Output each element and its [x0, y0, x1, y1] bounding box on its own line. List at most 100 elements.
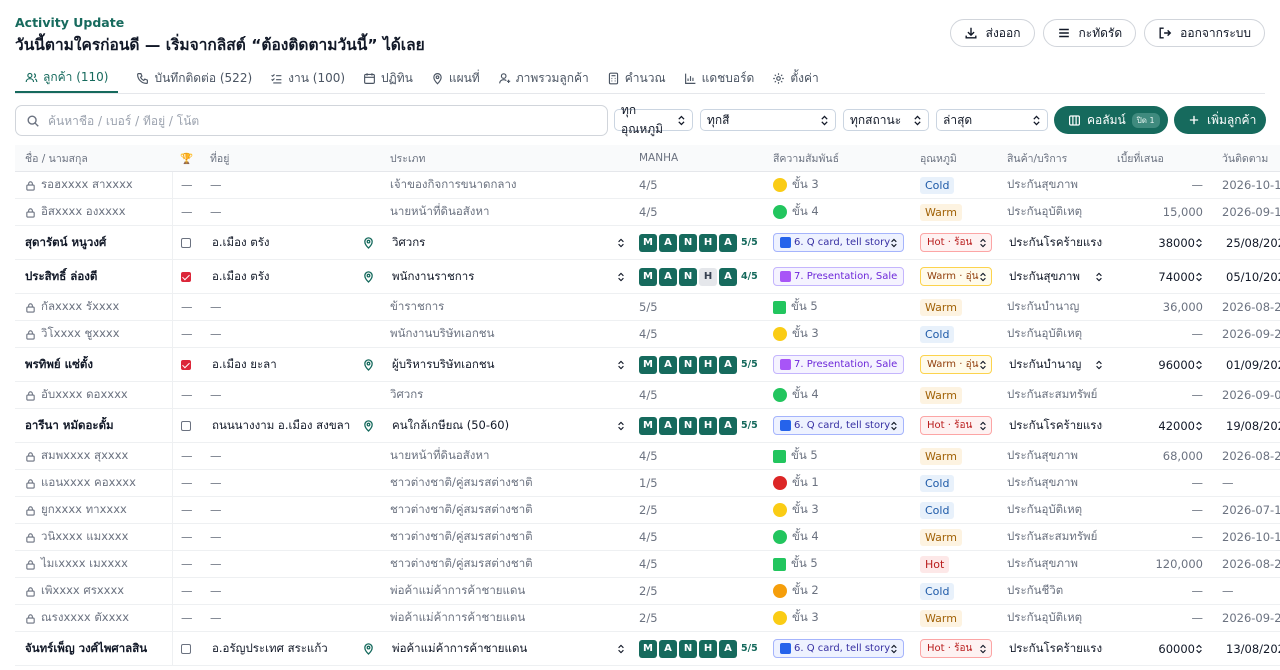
- sort-select[interactable]: ล่าสุด: [936, 109, 1048, 131]
- filter-status-select[interactable]: ทุกสถานะ: [843, 109, 929, 131]
- manha-letter[interactable]: M: [639, 416, 657, 435]
- col-product[interactable]: สินค้า/บริการ: [1007, 150, 1117, 167]
- temperature-select[interactable]: Hot · ร้อน: [920, 639, 992, 658]
- manha-letter[interactable]: H: [699, 416, 717, 435]
- temperature-select[interactable]: Warm · อุ่น: [920, 267, 992, 286]
- filter-temperature-select[interactable]: ทุกอุณหภูมิ: [614, 103, 693, 136]
- name-cell[interactable]: เพิxxxx ศรxxxx: [15, 582, 172, 600]
- name-cell[interactable]: สุดารัตน์ หนูวงศ์: [15, 234, 172, 252]
- map-pin-icon[interactable]: [363, 358, 374, 371]
- table-row[interactable]: ณรงxxxx ตัxxxx — — พ่อค้าแม่ค้าการค้าชาย…: [15, 605, 1280, 632]
- name-cell[interactable]: วนิxxxx แมxxxx: [15, 528, 172, 546]
- tab-5[interactable]: ภาพรวมลูกค้า: [498, 62, 589, 93]
- table-row[interactable]: อิสxxxx องxxxx — — นายหน้าที่ดินอสังหา 4…: [15, 199, 1280, 226]
- table-row[interactable]: เพิxxxx ศรxxxx — — พ่อค้าแม่ค้าการค้าชาย…: [15, 578, 1280, 605]
- relation-select[interactable]: 6. Q card, tell story: [773, 416, 904, 435]
- name-cell[interactable]: ประสิทธิ์ ล่องตี: [15, 268, 172, 286]
- table-row[interactable]: แอนxxxx คอxxxx — — ชาวต่างชาติ/คู่สมรสต่…: [15, 470, 1280, 497]
- add-customer-button[interactable]: เพิ่มลูกค้า: [1174, 106, 1266, 134]
- search-box[interactable]: [15, 105, 608, 136]
- col-temperature[interactable]: อุณหภูมิ: [920, 150, 1007, 167]
- manha-letter[interactable]: H: [699, 233, 717, 252]
- address-cell[interactable]: อ.เมือง ยะลา: [208, 356, 388, 374]
- table-row[interactable]: จันทร์เพ็ญ วงศ์ไพศาลสิน อ.อรัญประเทศ สระ…: [15, 632, 1280, 666]
- name-cell[interactable]: ณรงxxxx ตัxxxx: [15, 609, 172, 627]
- manha-letter[interactable]: A: [659, 355, 677, 374]
- relation-select[interactable]: 7. Presentation, Sale: [773, 267, 904, 286]
- manha-letter[interactable]: A: [659, 639, 677, 658]
- manha-letter[interactable]: A: [719, 639, 737, 658]
- manha-letter[interactable]: N: [679, 267, 697, 286]
- name-cell[interactable]: รอฮxxxx สาxxxx: [15, 176, 172, 194]
- manha-letter[interactable]: N: [679, 355, 697, 374]
- date-input[interactable]: 13/08/202: [1207, 642, 1280, 656]
- manha-letter[interactable]: A: [659, 416, 677, 435]
- table-row[interactable]: วนิxxxx แมxxxx — — ชาวต่างชาติ/คู่สมรสต่…: [15, 524, 1280, 551]
- temperature-select[interactable]: Warm · อุ่น: [920, 355, 992, 374]
- trophy-checkbox[interactable]: [181, 420, 191, 431]
- manha-letter[interactable]: H: [699, 267, 717, 286]
- columns-button[interactable]: คอลัมน์ ปิด 1: [1054, 106, 1168, 134]
- col-type[interactable]: ประเภท: [388, 150, 639, 167]
- table-row[interactable]: กัลxxxx รัxxxx — — ข้าราชการ 5/5 ขั้น 5 …: [15, 294, 1280, 321]
- pitch-input[interactable]: 60000: [1117, 642, 1207, 656]
- manha-letter[interactable]: M: [639, 639, 657, 658]
- map-pin-icon[interactable]: [363, 642, 374, 655]
- type-select[interactable]: คนใกล้เกษียณ (50-60): [388, 417, 639, 435]
- date-input[interactable]: 05/10/202: [1207, 270, 1280, 284]
- type-select[interactable]: พ่อค้าแม่ค้าการค้าชายแดน: [388, 640, 639, 658]
- trophy-checkbox[interactable]: [181, 237, 191, 248]
- temperature-select[interactable]: Hot · ร้อน: [920, 233, 992, 252]
- date-input[interactable]: 19/08/202: [1207, 419, 1280, 433]
- col-manha[interactable]: MANHA: [639, 152, 773, 164]
- relation-select[interactable]: 6. Q card, tell story: [773, 233, 904, 252]
- type-select[interactable]: พนักงานราชการ: [388, 268, 639, 286]
- col-date[interactable]: วันติดตาม: [1207, 150, 1280, 167]
- trophy-checkbox[interactable]: [181, 643, 191, 654]
- name-cell[interactable]: พรทิพย์ แซ่ตั้ง: [15, 356, 172, 374]
- table-row[interactable]: อารีนา หมัดอะดั้ม ถนนนางงาม อ.เมือง สงขล…: [15, 409, 1280, 443]
- manha-letter[interactable]: M: [639, 355, 657, 374]
- search-input[interactable]: [48, 113, 588, 128]
- table-row[interactable]: พรทิพย์ แซ่ตั้ง อ.เมือง ยะลา ผู้บริหารบร…: [15, 348, 1280, 382]
- map-pin-icon[interactable]: [363, 236, 374, 249]
- col-pitch[interactable]: เบี้ยที่เสนอ: [1117, 150, 1207, 167]
- export-button[interactable]: ส่งออก: [949, 19, 1035, 47]
- pitch-input[interactable]: 74000: [1117, 270, 1207, 284]
- name-cell[interactable]: ไมเxxxx เมxxxx: [15, 555, 172, 573]
- tab-2[interactable]: งาน (100): [270, 62, 345, 93]
- name-cell[interactable]: อิสxxxx องxxxx: [15, 203, 172, 221]
- col-trophy[interactable]: 🏆: [172, 145, 208, 171]
- manha-letter[interactable]: A: [719, 233, 737, 252]
- manha-letter[interactable]: H: [699, 355, 717, 374]
- type-select[interactable]: ผู้บริหารบริษัทเอกชน: [388, 356, 639, 374]
- manha-letter[interactable]: A: [659, 233, 677, 252]
- table-row[interactable]: วิโxxxx ชูxxxx — — พนักงานบริษัทเอกชน 4/…: [15, 321, 1280, 348]
- pitch-input[interactable]: 38000: [1117, 236, 1207, 250]
- product-select[interactable]: ประกันโรคร้ายแรง: [1007, 417, 1117, 435]
- manha-letter[interactable]: A: [719, 267, 737, 286]
- address-cell[interactable]: อ.เมือง ตรัง: [208, 268, 388, 286]
- temperature-select[interactable]: Hot · ร้อน: [920, 416, 992, 435]
- name-cell[interactable]: แอนxxxx คอxxxx: [15, 474, 172, 492]
- table-row[interactable]: รอฮxxxx สาxxxx — — เจ้าของกิจการขนาดกลาง…: [15, 172, 1280, 199]
- product-select[interactable]: ประกันสุขภาพ: [1007, 268, 1117, 286]
- date-input[interactable]: 25/08/202: [1207, 236, 1280, 250]
- trophy-checkbox[interactable]: [181, 271, 191, 282]
- product-select[interactable]: ประกันโรคร้ายแรง: [1007, 640, 1117, 658]
- trophy-checkbox[interactable]: [181, 359, 191, 370]
- relation-select[interactable]: 7. Presentation, Sale: [773, 355, 904, 374]
- name-cell[interactable]: จันทร์เพ็ญ วงศ์ไพศาลสิน: [15, 640, 172, 658]
- address-cell[interactable]: อ.เมือง ตรัง: [208, 234, 388, 252]
- tab-7[interactable]: แดชบอร์ด: [684, 62, 754, 93]
- tab-0[interactable]: ลูกค้า (110): [15, 62, 119, 93]
- manha-letter[interactable]: A: [659, 267, 677, 286]
- logout-button[interactable]: ออกจากระบบ: [1144, 19, 1265, 47]
- manha-letter[interactable]: M: [639, 267, 657, 286]
- table-row[interactable]: ยูกxxxx ทาxxxx — — ชาวต่างชาติ/คู่สมรสต่…: [15, 497, 1280, 524]
- compact-button[interactable]: กะทัดรัด: [1042, 19, 1137, 47]
- table-row[interactable]: อับxxxx ดอxxxx — — วิศวกร 4/5 ขั้น 4 War…: [15, 382, 1280, 409]
- manha-letter[interactable]: A: [719, 416, 737, 435]
- table-row[interactable]: สมพxxxx สุxxxx — — นายหน้าที่ดินอสังหา 4…: [15, 443, 1280, 470]
- tab-4[interactable]: แผนที่: [431, 62, 480, 93]
